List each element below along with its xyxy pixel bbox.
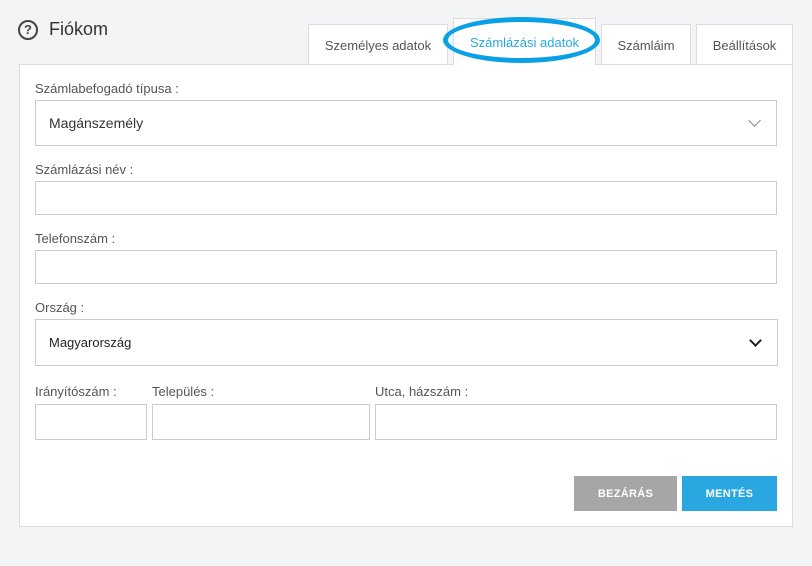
city-input[interactable] [152,404,370,440]
page-header: ? Fiókom [18,19,108,40]
street-label: Utca, házszám : [375,384,469,399]
chevron-down-icon [749,333,762,347]
page-title: Fiókom [49,19,109,39]
question-circle-icon[interactable]: ? [18,19,38,40]
phone-input[interactable] [35,250,777,284]
tab-settings[interactable]: Beállítások [696,24,793,65]
tab-invoices[interactable]: Számláim [601,24,691,65]
tab-personal-data[interactable]: Személyes adatok [308,24,448,65]
close-button[interactable]: BEZÁRÁS [574,476,677,511]
chevron-down-icon [748,114,761,127]
country-value: Magyarország [49,335,132,350]
tab-label: Számlázási adatok [469,34,580,50]
tab-label: Személyes adatok [324,37,432,53]
country-select[interactable]: Magyarország [35,319,778,366]
billing-name-input[interactable] [35,181,777,215]
billing-name-label: Számlázási név : [35,162,134,177]
zip-input[interactable] [35,404,147,440]
invoice-type-label: Számlabefogadó típusa : [35,81,179,96]
tab-label: Számláim [617,37,675,53]
invoice-type-select[interactable]: Magánszemély [35,100,777,146]
country-label: Ország : [35,300,85,315]
zip-label: Irányítószám : [35,384,117,399]
tab-billing-data[interactable]: Számlázási adatok [453,18,596,65]
billing-form-panel: Számlabefogadó típusa : Magánszemély Szá… [19,64,793,527]
street-input[interactable] [375,404,777,440]
phone-label: Telefonszám : [35,231,116,246]
city-label: Település : [152,384,215,399]
save-button[interactable]: MENTÉS [682,476,777,511]
invoice-type-value: Magánszemély [49,115,144,131]
tab-label: Beállítások [712,37,777,53]
